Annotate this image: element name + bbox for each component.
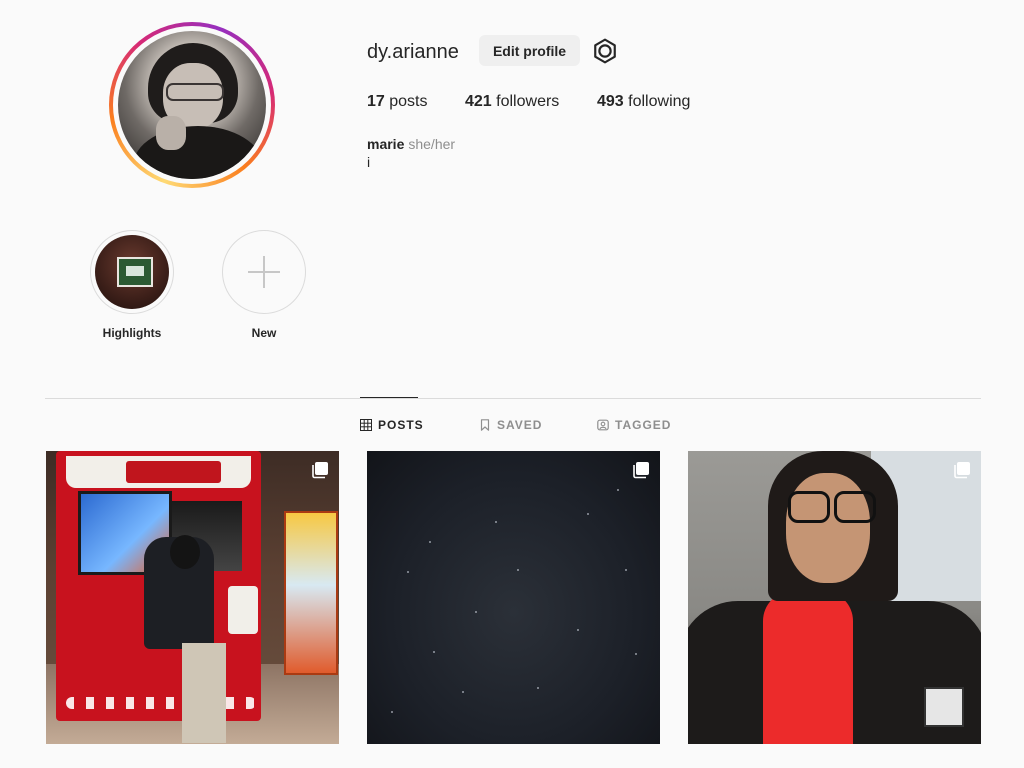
plus-icon <box>223 231 305 313</box>
star <box>391 711 393 713</box>
post-thumbnail-selfie[interactable] <box>688 451 981 744</box>
claw-machine <box>284 511 338 675</box>
bio-text: i <box>367 154 371 170</box>
posts-count-value: 17 <box>367 93 385 110</box>
highlight-item[interactable]: Highlights <box>89 230 175 340</box>
post-thumbnail-night-sky[interactable] <box>367 451 660 744</box>
star <box>475 611 477 613</box>
tab-tagged[interactable]: TAGGED <box>597 418 671 432</box>
new-highlight-label: New <box>251 326 277 340</box>
profile-avatar-ring[interactable] <box>109 22 275 188</box>
profile-divider <box>45 398 981 399</box>
tagged-icon <box>597 419 609 431</box>
tab-posts-label: POSTS <box>378 418 424 432</box>
bio-name: marie <box>367 136 405 152</box>
multiple-photos-icon <box>312 462 328 479</box>
settings-gear-icon[interactable] <box>592 38 618 64</box>
edit-profile-button[interactable]: Edit profile <box>479 35 580 66</box>
avatar-body <box>133 126 263 179</box>
profile-avatar[interactable] <box>118 31 266 179</box>
grid-icon <box>360 419 372 431</box>
bio-name-line: marie she/her <box>367 136 455 152</box>
bookmark-icon <box>480 419 490 431</box>
star <box>433 651 435 653</box>
new-highlight-item[interactable]: New <box>221 230 307 340</box>
person-head <box>170 535 200 569</box>
person-legs <box>182 643 226 743</box>
person-shirt <box>763 591 853 744</box>
star <box>577 629 579 631</box>
posts-count: 17 posts <box>367 93 428 111</box>
star <box>635 653 637 655</box>
arcade-marquee <box>66 456 251 488</box>
tab-posts[interactable]: POSTS <box>360 418 424 432</box>
arcade-lights <box>66 697 256 709</box>
star <box>407 571 409 573</box>
following-count-value: 493 <box>597 93 624 110</box>
following-link[interactable]: 493 following <box>597 93 690 111</box>
multiple-photos-icon <box>954 462 970 479</box>
tote-bag <box>228 586 258 634</box>
highlight-thumbnail-screen <box>117 257 153 287</box>
profile-username: dy.arianne <box>367 41 459 63</box>
highlight-thumbnail <box>95 235 169 309</box>
post-thumbnail-arcade[interactable] <box>46 451 339 744</box>
person-face <box>786 473 870 583</box>
new-highlight-button[interactable] <box>222 230 306 314</box>
multiple-photos-icon <box>633 462 649 479</box>
star <box>517 569 519 571</box>
star <box>587 513 589 515</box>
followers-link[interactable]: 421 followers <box>465 93 559 111</box>
star <box>537 687 539 689</box>
tab-saved-label: SAVED <box>497 418 543 432</box>
star <box>462 691 464 693</box>
star <box>617 489 619 491</box>
person-glasses <box>788 491 878 523</box>
star <box>495 521 497 523</box>
star <box>429 541 431 543</box>
highlight-label: Highlights <box>102 326 162 340</box>
bio-pronouns: she/her <box>408 136 456 152</box>
id-badge <box>924 687 964 727</box>
avatar-hand <box>156 116 186 150</box>
avatar-glasses <box>166 83 224 101</box>
highlight-cover[interactable] <box>90 230 174 314</box>
followers-count-label: followers <box>496 93 560 110</box>
followers-count-value: 421 <box>465 93 492 110</box>
active-tab-indicator <box>360 397 418 398</box>
tab-saved[interactable]: SAVED <box>479 418 542 432</box>
star <box>625 569 627 571</box>
posts-count-label: posts <box>389 93 428 110</box>
following-count-label: following <box>628 93 691 110</box>
tab-tagged-label: TAGGED <box>615 418 672 432</box>
